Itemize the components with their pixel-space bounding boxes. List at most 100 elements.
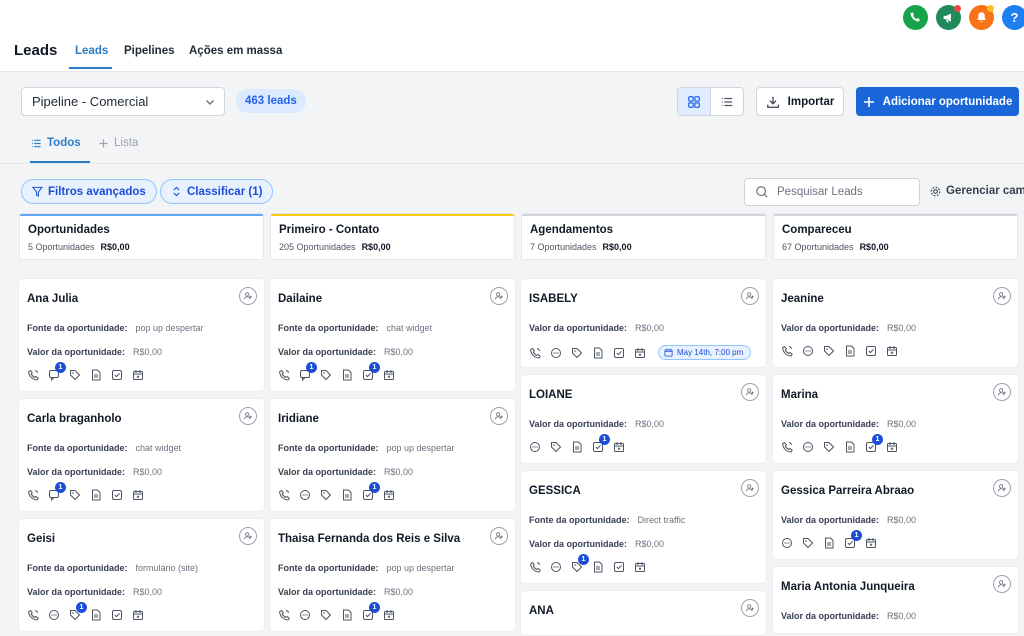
- tag-icon[interactable]: [571, 347, 583, 359]
- calendar-icon[interactable]: [634, 347, 646, 359]
- lead-card[interactable]: Ana Julia Fonte da oportunidade: pop up de…: [19, 279, 264, 391]
- tag-icon[interactable]: [823, 441, 835, 453]
- assign-user-icon[interactable]: [741, 383, 759, 401]
- list-view-button[interactable]: [711, 88, 743, 115]
- appointment-badge[interactable]: May 14th, 7:00 pm: [658, 345, 752, 360]
- calendar-icon[interactable]: [865, 537, 877, 549]
- calendar-icon[interactable]: [132, 489, 144, 501]
- tab-bulk-actions[interactable]: Ações em massa: [189, 45, 282, 57]
- phone-icon[interactable]: [903, 5, 928, 30]
- task-icon[interactable]: 1: [362, 482, 380, 501]
- message-icon[interactable]: [550, 347, 562, 359]
- calendar-icon[interactable]: [132, 609, 144, 621]
- note-icon[interactable]: [571, 441, 583, 453]
- phone-icon[interactable]: [278, 369, 290, 381]
- chat-icon[interactable]: 1: [299, 362, 317, 381]
- tag-icon[interactable]: [802, 537, 814, 549]
- assign-user-icon[interactable]: [993, 287, 1011, 305]
- calendar-icon[interactable]: [383, 369, 395, 381]
- note-icon[interactable]: [592, 347, 604, 359]
- note-icon[interactable]: [592, 561, 604, 573]
- task-icon[interactable]: 1: [844, 530, 862, 549]
- assign-user-icon[interactable]: [741, 599, 759, 617]
- lead-card[interactable]: Thaisa Fernanda dos Reis e Silva Fonte da…: [270, 519, 515, 631]
- calendar-icon[interactable]: [613, 441, 625, 453]
- phone-icon[interactable]: [529, 561, 541, 573]
- chat-icon[interactable]: 1: [48, 482, 66, 501]
- tag-icon[interactable]: [550, 441, 562, 453]
- search-input[interactable]: Pesquisar Leads: [744, 178, 920, 206]
- note-icon[interactable]: [844, 441, 856, 453]
- task-icon[interactable]: 1: [865, 434, 883, 453]
- assign-user-icon[interactable]: [993, 479, 1011, 497]
- task-icon[interactable]: 1: [592, 434, 610, 453]
- lead-card[interactable]: Iridiane Fonte da oportunidade: pop up des…: [270, 399, 515, 511]
- task-icon[interactable]: [111, 609, 123, 621]
- assign-user-icon[interactable]: [993, 575, 1011, 593]
- lead-card[interactable]: Jeanine Valor da oportunidade: R$0,00: [773, 279, 1018, 367]
- lead-card[interactable]: Maria Antonia Junqueira Valor da oportuni…: [773, 567, 1018, 633]
- phone-icon[interactable]: [529, 347, 541, 359]
- task-icon[interactable]: [613, 561, 625, 573]
- note-icon[interactable]: [90, 609, 102, 621]
- tab-pipelines[interactable]: Pipelines: [124, 45, 175, 57]
- phone-icon[interactable]: [27, 489, 39, 501]
- note-icon[interactable]: [341, 489, 353, 501]
- lead-card[interactable]: GESSICA Fonte da oportunidade: Direct traf…: [521, 471, 766, 583]
- lead-card[interactable]: Marina Valor da oportunidade: R$0,00 1: [773, 375, 1018, 463]
- note-icon[interactable]: [90, 489, 102, 501]
- tag-icon[interactable]: [69, 489, 81, 501]
- grid-view-button[interactable]: [678, 88, 711, 115]
- tag-icon[interactable]: [320, 369, 332, 381]
- calendar-icon[interactable]: [886, 441, 898, 453]
- task-icon[interactable]: [111, 369, 123, 381]
- pipeline-select[interactable]: Pipeline - Comercial: [21, 87, 225, 116]
- lead-card[interactable]: Carla braganholo Fonte da oportunidade: ch…: [19, 399, 264, 511]
- lead-card[interactable]: ISABELY Valor da oportunidade: R$0,00 May 1…: [521, 279, 766, 367]
- task-icon[interactable]: [613, 347, 625, 359]
- import-button[interactable]: Importar: [756, 87, 844, 116]
- assign-user-icon[interactable]: [993, 383, 1011, 401]
- bell-icon[interactable]: [969, 5, 994, 30]
- lead-card[interactable]: ANA: [521, 591, 766, 635]
- note-icon[interactable]: [341, 609, 353, 621]
- subtab-all[interactable]: Todos: [31, 137, 81, 149]
- message-icon[interactable]: [48, 609, 60, 621]
- note-icon[interactable]: [90, 369, 102, 381]
- tag-icon[interactable]: 1: [69, 602, 87, 621]
- tag-icon[interactable]: [69, 369, 81, 381]
- assign-user-icon[interactable]: [490, 407, 508, 425]
- calendar-icon[interactable]: [132, 369, 144, 381]
- tag-icon[interactable]: 1: [571, 554, 589, 573]
- chat-icon[interactable]: 1: [48, 362, 66, 381]
- message-icon[interactable]: [781, 537, 793, 549]
- note-icon[interactable]: [823, 537, 835, 549]
- assign-user-icon[interactable]: [490, 527, 508, 545]
- manage-fields-button[interactable]: Gerenciar cam: [930, 185, 1024, 197]
- task-icon[interactable]: 1: [362, 362, 380, 381]
- calendar-icon[interactable]: [886, 345, 898, 357]
- tab-leads[interactable]: Leads: [75, 45, 108, 57]
- tag-icon[interactable]: [320, 609, 332, 621]
- calendar-icon[interactable]: [634, 561, 646, 573]
- phone-icon[interactable]: [278, 609, 290, 621]
- assign-user-icon[interactable]: [239, 287, 257, 305]
- assign-user-icon[interactable]: [741, 479, 759, 497]
- task-icon[interactable]: [111, 489, 123, 501]
- help-icon[interactable]: ?: [1002, 5, 1024, 30]
- assign-user-icon[interactable]: [239, 527, 257, 545]
- calendar-icon[interactable]: [383, 609, 395, 621]
- task-icon[interactable]: [865, 345, 877, 357]
- phone-icon[interactable]: [781, 345, 793, 357]
- lead-card[interactable]: Dailaine Fonte da oportunidade: chat widge…: [270, 279, 515, 391]
- assign-user-icon[interactable]: [239, 407, 257, 425]
- tag-icon[interactable]: [823, 345, 835, 357]
- message-icon[interactable]: [299, 609, 311, 621]
- phone-icon[interactable]: [278, 489, 290, 501]
- note-icon[interactable]: [341, 369, 353, 381]
- message-icon[interactable]: [802, 441, 814, 453]
- lead-card[interactable]: Gessica Parreira Abraao Valor da oportuni…: [773, 471, 1018, 559]
- message-icon[interactable]: [299, 489, 311, 501]
- lead-card[interactable]: Geisi Fonte da oportunidade: formulário (s…: [19, 519, 264, 631]
- tag-icon[interactable]: [320, 489, 332, 501]
